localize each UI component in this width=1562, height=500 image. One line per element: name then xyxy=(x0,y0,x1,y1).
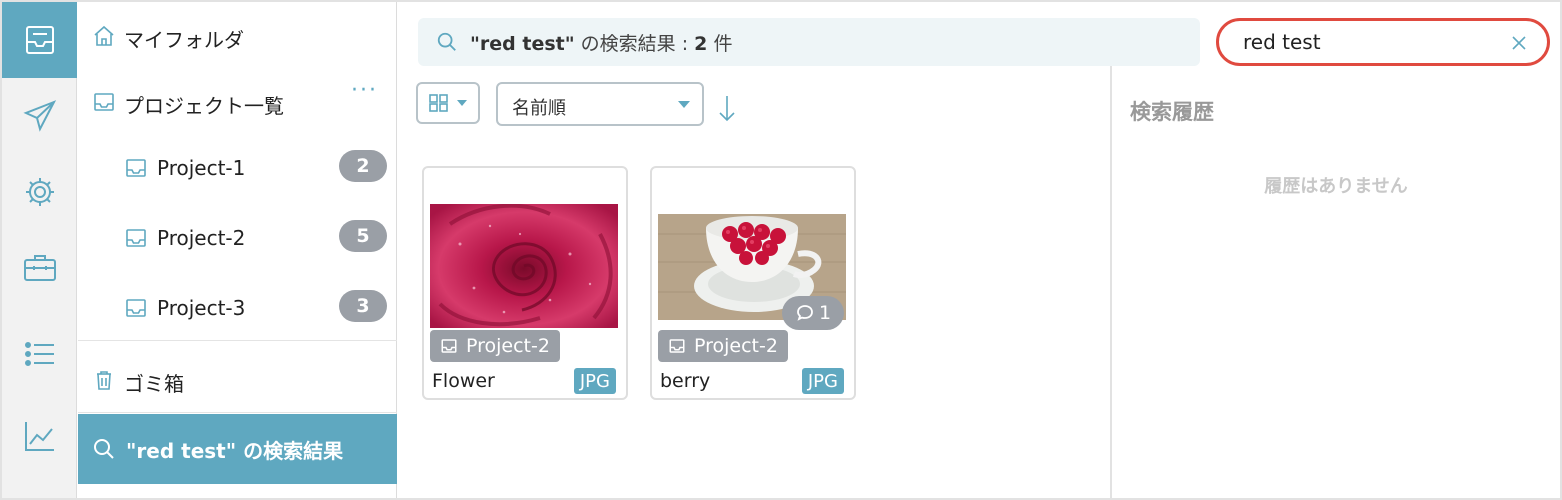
inbox-icon xyxy=(124,156,148,180)
sidebar-item-trash[interactable]: ゴミ箱 xyxy=(78,360,397,400)
search-box[interactable] xyxy=(1216,18,1550,66)
sort-direction-arrow-icon[interactable] xyxy=(716,94,738,124)
gear-icon xyxy=(25,178,54,206)
chevron-down-icon xyxy=(457,100,467,106)
asset-card[interactable]: 1 Project-2 berry JPG xyxy=(650,166,856,400)
rail-briefcase[interactable] xyxy=(2,230,77,306)
sidebar-item-label: プロジェクト一覧 xyxy=(124,94,284,118)
inbox-icon xyxy=(25,26,54,54)
sidebar-item-search-result[interactable]: "red test" の検索結果 xyxy=(78,414,397,484)
results-count: 2 xyxy=(694,32,708,55)
asset-name: berry xyxy=(660,370,711,392)
count-badge: 2 xyxy=(339,150,387,182)
comment-count-badge[interactable]: 1 xyxy=(782,296,844,330)
search-results-summary: "red test" の検索結果 : 2 件 xyxy=(418,18,1200,66)
search-input[interactable] xyxy=(1243,29,1493,55)
sidebar-item-label: Project-3 xyxy=(157,296,246,320)
file-type-badge: JPG xyxy=(801,368,844,394)
count-badge: 5 xyxy=(339,220,387,252)
inbox-icon xyxy=(124,226,148,250)
view-mode-toggle[interactable] xyxy=(416,82,480,124)
file-type-badge: JPG xyxy=(573,368,616,394)
sidebar-item-project-1[interactable]: Project-1 2 xyxy=(78,146,397,190)
search-history-panel: 検索履歴 履歴はありません xyxy=(1110,66,1560,498)
inbox-icon xyxy=(441,339,457,353)
sort-select[interactable]: 名前順 xyxy=(496,82,704,126)
sort-select-value: 名前順 xyxy=(512,98,566,119)
close-icon[interactable] xyxy=(1509,33,1529,53)
grid-icon xyxy=(429,94,448,112)
trash-icon xyxy=(92,368,116,392)
rail-analytics[interactable] xyxy=(2,398,77,474)
asset-name: Flower xyxy=(432,370,495,392)
sidebar-item-label: ゴミ箱 xyxy=(124,372,184,396)
sidebar-item-label: Project-1 xyxy=(157,156,246,180)
results-summary-text: "red test" の検索結果 : 2 件 xyxy=(470,29,732,56)
search-history-empty: 履歴はありません xyxy=(1264,176,1408,197)
divider xyxy=(78,412,397,413)
inbox-icon xyxy=(92,90,116,114)
send-icon xyxy=(22,100,56,132)
rail-send[interactable] xyxy=(2,78,77,154)
results-suffix: 件 xyxy=(707,32,733,55)
results-query: "red test" xyxy=(470,32,575,55)
asset-card[interactable]: Project-2 Flower JPG xyxy=(422,166,628,400)
home-icon xyxy=(92,24,116,48)
results-middle: の検索結果 : xyxy=(574,32,695,55)
chart-icon xyxy=(24,422,54,451)
sidebar-item-projects[interactable]: プロジェクト一覧 xyxy=(78,82,397,122)
folder-sidebar: マイフォルダ プロジェクト一覧 ··· Project-1 2 Project-… xyxy=(78,2,397,498)
asset-thumbnail xyxy=(430,204,618,328)
sidebar-item-project-2[interactable]: Project-2 5 xyxy=(78,216,397,260)
comment-icon xyxy=(797,305,813,321)
sidebar-item-label: "red test" の検索結果 xyxy=(126,438,344,463)
project-badge-label: Project-2 xyxy=(694,335,778,357)
rail-settings[interactable] xyxy=(2,154,77,230)
project-badge: Project-2 xyxy=(658,330,788,362)
sidebar-item-label: マイフォルダ xyxy=(124,28,244,52)
comment-count: 1 xyxy=(818,302,832,324)
inbox-icon xyxy=(669,339,685,353)
main-content: "red test" の検索結果 : 2 件 名前順 xyxy=(398,2,1560,498)
briefcase-icon xyxy=(23,255,56,281)
list-icon xyxy=(24,342,54,366)
search-history-title: 検索履歴 xyxy=(1130,100,1214,124)
sidebar-item-label: Project-2 xyxy=(157,226,246,250)
project-badge: Project-2 xyxy=(430,330,560,362)
asset-toolbar: 名前順 xyxy=(398,66,1110,126)
inbox-icon xyxy=(124,296,148,320)
sidebar-item-project-3[interactable]: Project-3 3 xyxy=(78,286,397,330)
project-badge-label: Project-2 xyxy=(466,335,550,357)
rail-inbox[interactable] xyxy=(2,2,77,78)
chevron-down-icon xyxy=(678,101,690,108)
rail-list[interactable] xyxy=(2,316,77,392)
icon-rail xyxy=(2,2,77,498)
more-options-icon[interactable]: ··· xyxy=(351,80,378,102)
search-icon xyxy=(94,439,114,459)
count-badge: 3 xyxy=(339,290,387,322)
divider xyxy=(78,340,397,341)
sidebar-item-my-folder[interactable]: マイフォルダ xyxy=(78,16,397,56)
search-icon xyxy=(437,32,456,51)
